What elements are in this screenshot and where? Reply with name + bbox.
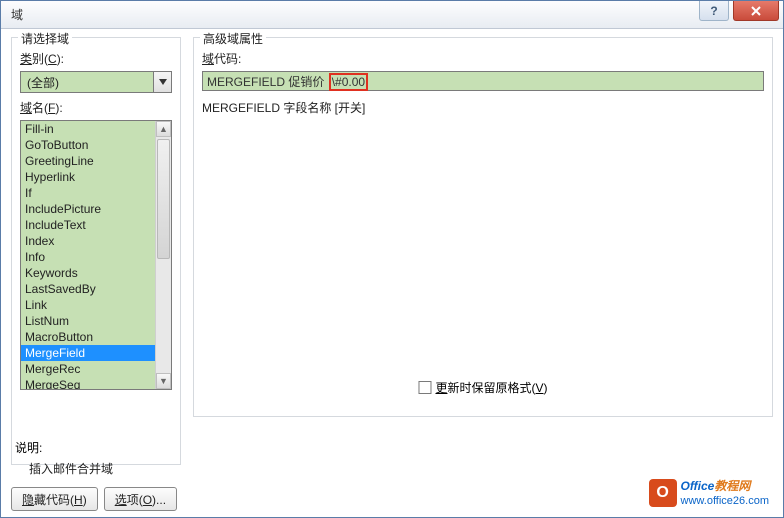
scroll-up-button[interactable]: ▲: [156, 121, 171, 137]
list-item[interactable]: IncludePicture: [21, 201, 155, 217]
list-item[interactable]: MergeSeq: [21, 377, 155, 390]
bottom-bar: 隐藏代码(H) 选项(O)... O Office教程网 www.office2…: [11, 487, 773, 511]
scroll-down-button[interactable]: ▼: [156, 373, 171, 389]
list-item[interactable]: Index: [21, 233, 155, 249]
titlebar-buttons: ?: [699, 1, 779, 21]
list-item[interactable]: MergeRec: [21, 361, 155, 377]
left-buttons: 隐藏代码(H) 选项(O)...: [11, 487, 177, 511]
select-field-fieldset: 请选择域 类别(C): (全部) 域名(F): Fill-inGoToButto…: [11, 37, 181, 465]
code-highlight: \#0.00: [329, 73, 368, 91]
fieldnames-listbox[interactable]: Fill-inGoToButtonGreetingLineHyperlinkIf…: [20, 120, 172, 390]
advanced-properties-fieldset: 高级域属性 域代码: MERGEFIELD 促销价 \#0.00 MERGEFI…: [193, 37, 773, 417]
hide-codes-button[interactable]: 隐藏代码(H): [11, 487, 98, 511]
list-item[interactable]: MacroButton: [21, 329, 155, 345]
brand-url: www.office26.com: [681, 495, 769, 507]
field-code-label: 域代码:: [202, 50, 764, 67]
scrollbar[interactable]: ▲ ▼: [155, 121, 171, 389]
field-code-input[interactable]: MERGEFIELD 促销价 \#0.00: [202, 71, 764, 91]
help-button[interactable]: ?: [699, 1, 729, 21]
list-item[interactable]: MergeField: [21, 345, 155, 361]
scroll-thumb[interactable]: [157, 139, 170, 259]
list-item[interactable]: GoToButton: [21, 137, 155, 153]
description-section: 说明: 插入邮件合并域: [13, 439, 183, 477]
brand-text: Office教程网 www.office26.com: [681, 478, 769, 507]
category-value: (全部): [20, 71, 154, 93]
category-select[interactable]: (全部): [20, 71, 172, 93]
options-button[interactable]: 选项(O)...: [104, 487, 177, 511]
category-label: 类别(C):: [20, 50, 172, 67]
dropdown-button[interactable]: [154, 71, 172, 93]
dialog-window: 域 ? 请选择域 类别(C): (全部) 域名(F): Fill-i: [0, 0, 784, 518]
chevron-down-icon: [159, 79, 167, 85]
list-item[interactable]: LastSavedBy: [21, 281, 155, 297]
list-item[interactable]: Fill-in: [21, 121, 155, 137]
brand-icon: O: [649, 479, 677, 507]
fieldnames-label: 域名(F):: [20, 99, 172, 116]
code-prefix: MERGEFIELD 促销价: [207, 75, 328, 89]
description-label: 说明:: [15, 439, 183, 456]
select-field-legend: 请选择域: [18, 30, 72, 47]
close-button[interactable]: [733, 1, 779, 21]
list-inner: Fill-inGoToButtonGreetingLineHyperlinkIf…: [21, 121, 155, 389]
list-item[interactable]: Info: [21, 249, 155, 265]
close-icon: [750, 5, 762, 17]
right-panel: 高级域属性 域代码: MERGEFIELD 促销价 \#0.00 MERGEFI…: [193, 37, 773, 465]
preserve-format-row[interactable]: 更新时保留原格式(V): [418, 379, 547, 396]
list-item[interactable]: GreetingLine: [21, 153, 155, 169]
description-text: 插入邮件合并域: [29, 460, 183, 477]
preserve-format-checkbox[interactable]: [418, 381, 431, 394]
window-title: 域: [11, 6, 23, 23]
list-item[interactable]: Link: [21, 297, 155, 313]
preserve-format-label: 更新时保留原格式(V): [435, 379, 547, 396]
list-item[interactable]: Hyperlink: [21, 169, 155, 185]
brand-name: Office教程网: [681, 478, 769, 495]
advanced-legend: 高级域属性: [200, 30, 266, 47]
list-item[interactable]: Keywords: [21, 265, 155, 281]
watermark: O Office教程网 www.office26.com: [649, 478, 769, 507]
left-panel: 请选择域 类别(C): (全部) 域名(F): Fill-inGoToButto…: [11, 37, 181, 465]
list-item[interactable]: ListNum: [21, 313, 155, 329]
field-syntax-desc: MERGEFIELD 字段名称 [开关]: [202, 99, 764, 116]
content-area: 请选择域 类别(C): (全部) 域名(F): Fill-inGoToButto…: [1, 29, 783, 469]
list-item[interactable]: IncludeText: [21, 217, 155, 233]
list-item[interactable]: If: [21, 185, 155, 201]
titlebar: 域 ?: [1, 1, 783, 29]
